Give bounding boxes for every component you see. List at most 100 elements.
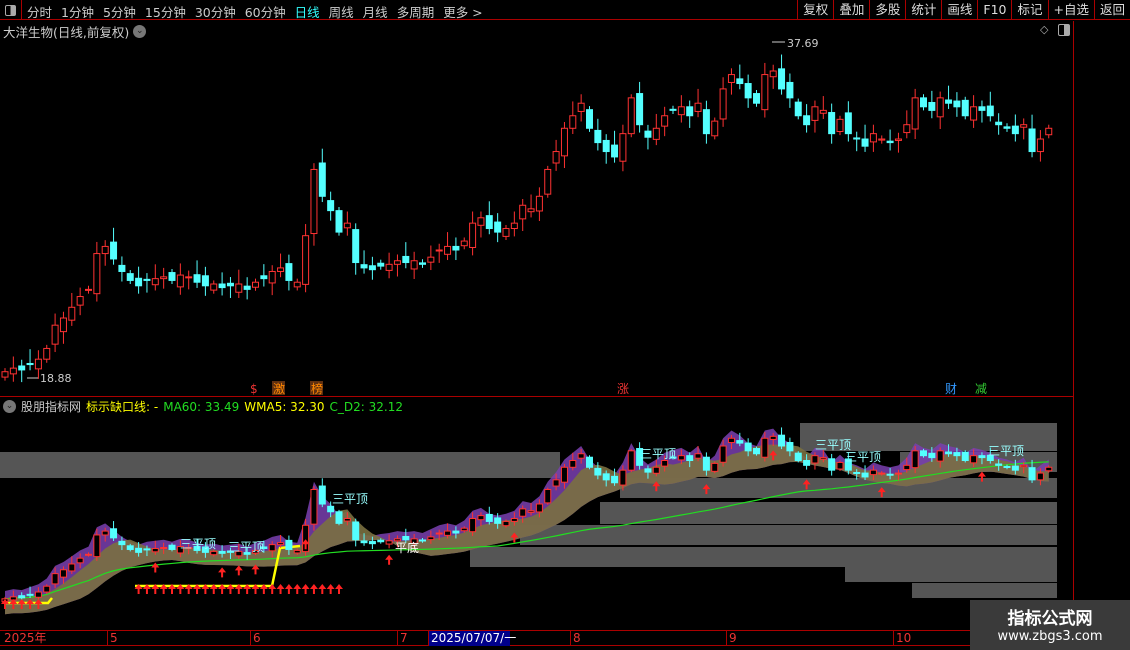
period-tab[interactable]: 月线 (363, 2, 388, 21)
candle-body (252, 281, 259, 288)
candle-body (43, 347, 51, 360)
sub-candle-body (619, 469, 627, 486)
candle-body (686, 106, 694, 117)
candle-body (552, 151, 560, 164)
sub-candle-body (527, 510, 535, 513)
candle-body (151, 278, 159, 286)
candle-body (34, 358, 42, 370)
price-zone-bar (912, 583, 1057, 598)
panel-divider[interactable] (0, 396, 1073, 397)
sub-candle-body (661, 460, 669, 467)
candle-body (268, 270, 276, 284)
candle-body (886, 140, 894, 144)
candle-body (903, 124, 911, 134)
candle-body (1020, 124, 1028, 128)
candle-body (494, 221, 502, 233)
sub-candle-body (43, 585, 51, 593)
toolbar-button[interactable]: 统计 (905, 0, 941, 20)
price-zone-bar (845, 565, 1057, 582)
kline-chart[interactable]: 36.0034.0032.0030.0028.0026.0024.0022.00… (0, 0, 1073, 650)
sub-candle-body (335, 511, 343, 524)
sub-candle-body (644, 468, 652, 473)
pattern-label: 三平顶 (845, 450, 881, 464)
chevron-down-icon[interactable]: ⌄ (3, 400, 16, 413)
sub-candle-body (627, 450, 635, 471)
period-tab[interactable]: 日线 (295, 2, 320, 21)
buy-arrow-icon (385, 554, 394, 565)
candle-body (327, 200, 335, 212)
toolbar-button[interactable]: 多股 (869, 0, 905, 20)
period-tab[interactable]: 30分钟 (195, 2, 236, 21)
sub-candle-body (427, 536, 435, 541)
wma5-value: WMA5: 32.30 (244, 399, 325, 414)
toolbar-button[interactable]: 画线 (941, 0, 977, 20)
sub-candle-body (586, 456, 593, 468)
price-zone-bar (470, 547, 1057, 567)
candle-body (753, 93, 760, 104)
sub-candle-body (368, 541, 376, 545)
indicator-name[interactable]: 股朋指标网 (21, 398, 81, 415)
candle-body (452, 245, 460, 251)
candle-body (485, 215, 493, 230)
candle-body (101, 245, 109, 255)
toolbar-button[interactable]: 标记 (1011, 0, 1047, 20)
candle-body (76, 296, 84, 306)
cursor-date: 2025/07/07/一 (428, 631, 516, 646)
panel-icon[interactable] (1058, 24, 1070, 36)
period-tab[interactable]: 5分钟 (103, 2, 136, 21)
candle-body (235, 283, 243, 293)
sub-candle-body (285, 539, 293, 550)
period-tab[interactable]: 更多 > (443, 2, 482, 21)
candle-body (769, 70, 777, 78)
toolbar-button[interactable]: 叠加 (833, 0, 869, 20)
period-tab[interactable]: 15分钟 (145, 2, 186, 21)
toolbar-button[interactable]: F10 (977, 0, 1011, 20)
sub-candle-body (828, 458, 836, 471)
stock-title[interactable]: 大洋生物(日线,前复权) ⌄ (3, 22, 147, 41)
period-tab[interactable]: 1分钟 (61, 2, 94, 21)
candle-body (352, 229, 360, 264)
sub-candle-body (168, 544, 176, 550)
candle-body (1011, 125, 1019, 135)
candle-body (644, 130, 652, 138)
candle-body (502, 228, 510, 237)
chevron-down-icon[interactable]: ⌄ (133, 25, 147, 38)
candle-body (377, 262, 385, 267)
candle-body (569, 115, 577, 129)
event-marker-label: $ (250, 382, 258, 396)
candle-body (577, 102, 585, 112)
buy-arrow-icon (301, 584, 310, 594)
period-tab[interactable]: 周线 (329, 2, 354, 21)
buy-arrow-icon (284, 584, 293, 594)
toolbar-button[interactable]: 复权 (797, 0, 833, 20)
candle-body (469, 222, 477, 248)
event-marker-label: 涨 (617, 381, 629, 396)
period-tab[interactable]: 多周期 (397, 2, 435, 21)
sub-candle-body (1011, 465, 1019, 471)
sub-candle-body (744, 442, 752, 452)
sub-candle-body (352, 521, 360, 541)
sub-candle-body (920, 450, 927, 457)
sub-candle-body (853, 471, 861, 474)
date-label: 10 (893, 631, 911, 646)
sub-candle-body (502, 520, 510, 527)
sub-candle-body (552, 479, 560, 487)
period-tab[interactable]: 分时 (27, 2, 52, 21)
sub-candle-body (569, 460, 577, 468)
candle-body (928, 102, 936, 111)
sub-candle-body (786, 442, 794, 452)
candle-body (243, 285, 251, 290)
period-tab[interactable]: 60分钟 (245, 2, 286, 21)
sub-candle-body (778, 434, 786, 447)
toolbar-button[interactable]: +自选 (1047, 0, 1094, 20)
date-label: 2025年 (4, 631, 47, 645)
candle-body (811, 106, 819, 121)
toolbar-button[interactable]: 返回 (1093, 0, 1130, 20)
sub-candle-body (26, 593, 34, 596)
diamond-icon[interactable]: ◇ (1040, 23, 1048, 36)
sub-candle-body (469, 518, 477, 533)
candle-body (920, 97, 927, 108)
pattern-label: 三平顶 (332, 492, 368, 506)
candle-body (794, 101, 802, 117)
panel-toggle-button[interactable] (0, 0, 22, 20)
